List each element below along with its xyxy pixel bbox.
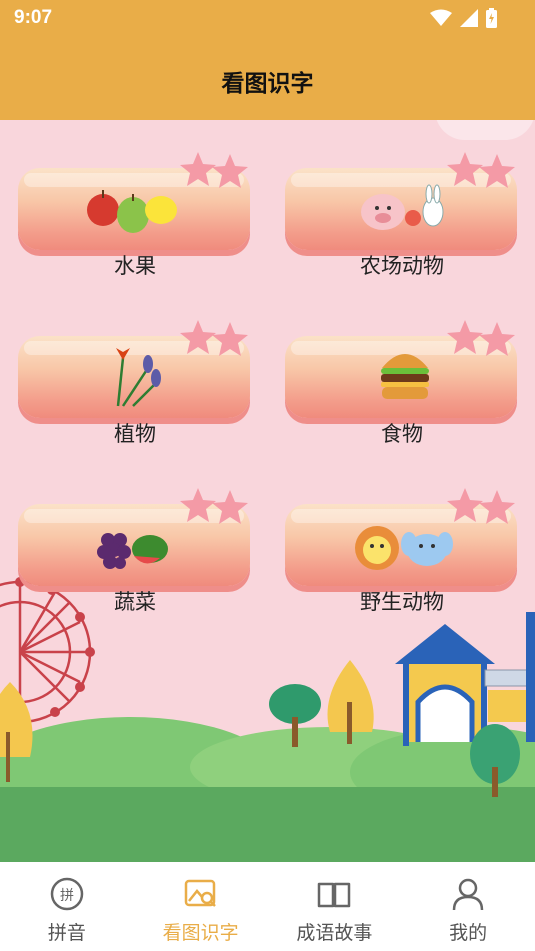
nav-label: 拼音 <box>47 922 86 944</box>
food-image <box>381 354 429 399</box>
book-icon <box>318 882 351 908</box>
nav-item-profile[interactable]: 我的 <box>401 862 535 951</box>
status-time: 9:07 <box>14 7 53 28</box>
category-label: 水果 <box>114 254 156 278</box>
picture-search-icon <box>184 879 216 907</box>
category-grid-area: 水果 农场动物 植物 食物 蔬菜 野生动物 <box>0 120 535 862</box>
vegetables-image <box>97 533 168 569</box>
farm-animals-image <box>361 184 444 230</box>
status-icons <box>430 8 497 28</box>
cloud-decoration <box>435 120 535 140</box>
fruits-image <box>87 190 177 233</box>
category-card-fruits[interactable]: 水果 <box>18 150 252 300</box>
app-bar: 看图识字 <box>0 36 535 120</box>
category-card-wild-animals[interactable]: 野生动物 <box>285 486 519 636</box>
status-bar: 9:07 <box>0 0 535 36</box>
nav-item-pinyin[interactable]: 拼 拼音 <box>0 862 134 951</box>
category-card-farm-animals[interactable]: 农场动物 <box>285 150 519 300</box>
nav-label: 成语故事 <box>296 922 373 944</box>
signal-icon <box>460 9 478 27</box>
pinyin-icon: 拼 <box>50 877 84 911</box>
category-card-plants[interactable]: 植物 <box>18 318 252 468</box>
nav-label: 我的 <box>449 922 488 944</box>
category-label: 食物 <box>381 422 423 446</box>
category-label: 农场动物 <box>360 254 444 278</box>
category-card-vegetables[interactable]: 蔬菜 <box>18 486 252 636</box>
nav-item-idiom-stories[interactable]: 成语故事 <box>268 862 402 951</box>
person-icon <box>452 878 484 911</box>
page-title: 看图识字 <box>221 71 314 97</box>
plants-image <box>116 348 161 407</box>
nav-label: 看图识字 <box>162 922 239 944</box>
svg-text:拼: 拼 <box>60 888 74 904</box>
nav-item-picture-literacy[interactable]: 看图识字 <box>134 862 268 951</box>
category-label: 野生动物 <box>360 590 444 614</box>
battery-icon <box>486 8 497 28</box>
category-card-food[interactable]: 食物 <box>285 318 519 468</box>
wild-animals-image <box>355 526 453 570</box>
bottom-navigation: 拼 拼音 看图识字 成语故事 我的 <box>0 862 535 951</box>
category-label: 蔬菜 <box>114 590 156 614</box>
category-label: 植物 <box>114 422 156 446</box>
wifi-icon <box>430 9 452 26</box>
